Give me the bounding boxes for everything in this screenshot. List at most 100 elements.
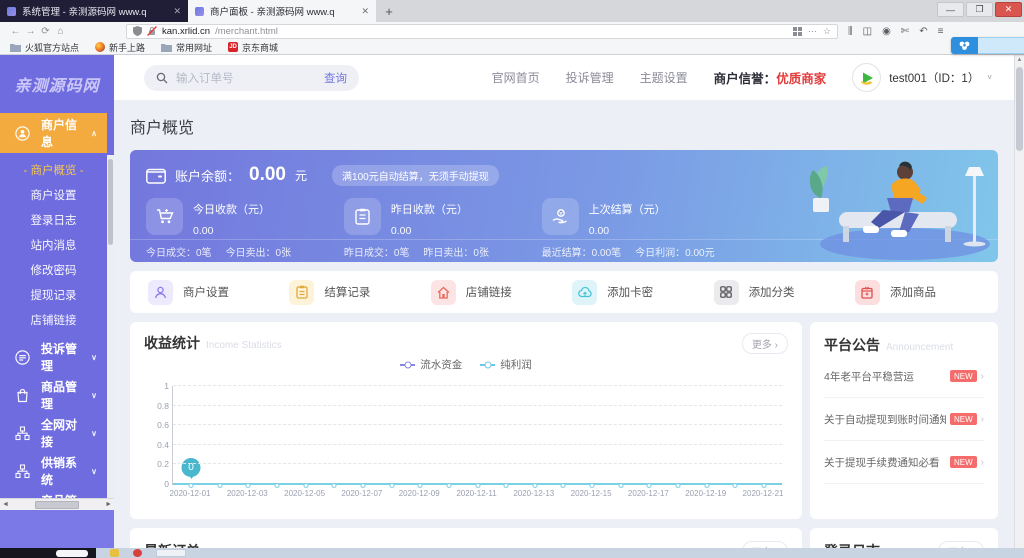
reload-icon[interactable]: ⟳ — [38, 26, 53, 37]
legend-item-flow[interactable]: 流水资金 — [400, 357, 462, 372]
action-label: 添加商品 — [890, 284, 936, 300]
scrollbar-thumb[interactable] — [1016, 67, 1023, 151]
announcement-item[interactable]: 4年老平台平稳营运 NEW › — [824, 355, 984, 398]
sidebar-item-site-messages[interactable]: 站内消息 — [0, 232, 107, 257]
user-menu[interactable]: test001（ID：1） ˅ — [852, 63, 992, 92]
sidebar-item-shop-link[interactable]: 店铺链接 — [0, 307, 107, 332]
minimize-button[interactable]: — — [937, 2, 964, 17]
stat-label: 今日收款（元） — [193, 201, 270, 217]
grid-icon — [714, 280, 739, 305]
action-merchant-settings[interactable]: 商户设置 — [148, 280, 229, 305]
scroll-up-arrow[interactable]: ▲ — [1015, 55, 1024, 63]
bookmark-item[interactable]: JD 京东商城 — [228, 41, 278, 54]
nav-complaint-manage[interactable]: 投诉管理 — [566, 69, 614, 86]
sidebar-item-withdraw-records[interactable]: 提现记录 — [0, 282, 107, 307]
sidebar-group-product-manage[interactable]: 产品管理 ∨ — [0, 490, 107, 498]
ime-logo-icon[interactable] — [951, 37, 978, 54]
nav-theme-settings[interactable]: 主题设置 — [640, 69, 688, 86]
sidebar-group-complaints[interactable]: 投诉管理 ∨ — [0, 338, 107, 376]
tab-favicon — [7, 7, 16, 16]
page: 亲测源码网 商户信息 ∧ - 商户概览 - 商户设置 登录日志 站内消息 修改密… — [0, 55, 1024, 558]
card-subtitle: Announcement — [886, 342, 953, 353]
announcement-item[interactable]: 关于自动提现到账时间通知必看 NEW › — [824, 398, 984, 441]
announcement-item[interactable]: 关于提现手续费通知必看 NEW › — [824, 441, 984, 484]
windows-taskbar[interactable] — [0, 548, 1024, 558]
action-add-product[interactable]: 添加商品 — [855, 280, 936, 305]
account-icon[interactable]: ◉ — [882, 26, 891, 37]
bookmark-folder[interactable]: 常用网址 — [161, 41, 212, 54]
card-title: 收益统计 — [144, 333, 200, 353]
bookmark-item[interactable]: 新手上路 — [95, 41, 145, 54]
yesterday-summary: 昨日成交：0笔昨日卖出：0张 — [344, 244, 542, 259]
stat-today-income: 今日收款（元）0.00 — [146, 198, 344, 237]
sidebar-group-products[interactable]: 商品管理 ∨ — [0, 376, 107, 414]
browser-tab-2[interactable]: 商户面板 - 亲测源码网 www.q ✕ — [188, 0, 376, 22]
chevron-right-icon: › — [981, 371, 984, 382]
sidebar-group-supply[interactable]: 供销系统 ∨ — [0, 452, 107, 490]
sidebar-item-merchant-overview[interactable]: - 商户概览 - — [0, 157, 107, 182]
page-actions-icon[interactable]: ⋯ — [808, 26, 817, 37]
shield-icon[interactable] — [133, 26, 142, 36]
sidebar-item-login-log[interactable]: 登录日志 — [0, 207, 107, 232]
order-search-input[interactable]: 输入订单号 查询 — [144, 65, 359, 91]
chart-gridline — [173, 424, 782, 425]
scrollbar-thumb[interactable] — [35, 501, 79, 509]
sidebar-item-merchant-settings[interactable]: 商户设置 — [0, 182, 107, 207]
bookmark-folder[interactable]: 火狐官方站点 — [10, 41, 79, 54]
scrollbar-thumb[interactable] — [108, 159, 113, 245]
scroll-left-arrow[interactable]: ◄ — [2, 501, 9, 508]
screenshot-icon[interactable]: ✄ — [901, 26, 909, 37]
tab-close-icon[interactable]: ✕ — [361, 6, 369, 17]
sitemap-icon — [15, 464, 30, 479]
taskbar-app-icon[interactable] — [133, 549, 142, 557]
extension-grid-icon[interactable] — [793, 27, 802, 36]
site-logo[interactable]: 亲测源码网 — [0, 55, 114, 113]
search-query-button[interactable]: 查询 — [324, 70, 347, 86]
sidebar-item-change-password[interactable]: 修改密码 — [0, 257, 107, 282]
ime-field[interactable] — [978, 37, 1024, 54]
url-bar[interactable]: kan.xrlid.cn/merchant.html ⋯ ☆ — [126, 24, 838, 39]
chart-tooltip: 0 — [182, 458, 201, 477]
legend-item-profit[interactable]: 纯利润 — [480, 357, 532, 372]
sidebar-group-network[interactable]: 全网对接 ∨ — [0, 414, 107, 452]
income-statistics-card: 收益统计 Income Statistics 更多 › 流水资金 纯利润 0 0… — [130, 322, 802, 519]
taskbar-start-area[interactable] — [0, 548, 96, 558]
action-settlement-records[interactable]: 结算记录 — [289, 280, 370, 305]
sidebar-horizontal-scrollbar[interactable]: ◄ ► — [0, 498, 114, 510]
action-shop-link[interactable]: 店铺链接 — [431, 280, 512, 305]
x-axis-tick: 2020-12-17 — [628, 489, 669, 498]
person-icon — [148, 280, 173, 305]
card-subtitle: Income Statistics — [206, 340, 282, 351]
menu-icon[interactable]: ≡ — [938, 26, 944, 37]
sidebar-vertical-scrollbar[interactable] — [107, 155, 114, 498]
close-button[interactable]: ✕ — [995, 2, 1022, 17]
wallet-icon — [146, 167, 166, 184]
sidebar-group-merchant-info[interactable]: 商户信息 ∧ — [0, 113, 107, 153]
maximize-button[interactable]: ❐ — [966, 2, 993, 17]
scroll-right-arrow[interactable]: ► — [105, 501, 112, 508]
bookmark-star-icon[interactable]: ☆ — [823, 26, 831, 37]
action-add-card-keys[interactable]: 添加卡密 — [572, 280, 653, 305]
library-icon[interactable]: ⫼ — [848, 26, 853, 37]
new-tab-button[interactable]: + — [376, 0, 402, 22]
ime-toolbar[interactable] — [951, 37, 1024, 54]
page-scrollbar[interactable]: ▲ — [1014, 55, 1024, 558]
taskbar-app-icon[interactable] — [156, 549, 186, 557]
sidebars-icon[interactable]: ◫ — [863, 26, 872, 37]
cloud-upload-icon — [572, 280, 597, 305]
income-more-button[interactable]: 更多 › — [742, 333, 788, 354]
nav-official-home[interactable]: 官网首页 — [492, 69, 540, 86]
tab-close-icon[interactable]: ✕ — [173, 6, 181, 17]
insecure-lock-icon[interactable] — [147, 26, 157, 36]
home-icon[interactable]: ⌂ — [53, 26, 68, 37]
restore-icon[interactable]: ↶ — [919, 26, 927, 37]
taskbar-app-icon[interactable] — [110, 549, 119, 557]
browser-tab-1[interactable]: 系统管理 - 亲测源码网 www.q ✕ — [0, 0, 188, 22]
forward-icon[interactable]: → — [23, 26, 38, 37]
taskbar-button[interactable] — [56, 550, 88, 557]
action-add-category[interactable]: 添加分类 — [714, 280, 795, 305]
balance-unit: 元 — [295, 167, 307, 184]
back-icon[interactable]: ← — [8, 26, 23, 37]
y-axis-tick: 0.4 — [146, 440, 169, 450]
sidebar: 亲测源码网 商户信息 ∧ - 商户概览 - 商户设置 登录日志 站内消息 修改密… — [0, 55, 114, 558]
